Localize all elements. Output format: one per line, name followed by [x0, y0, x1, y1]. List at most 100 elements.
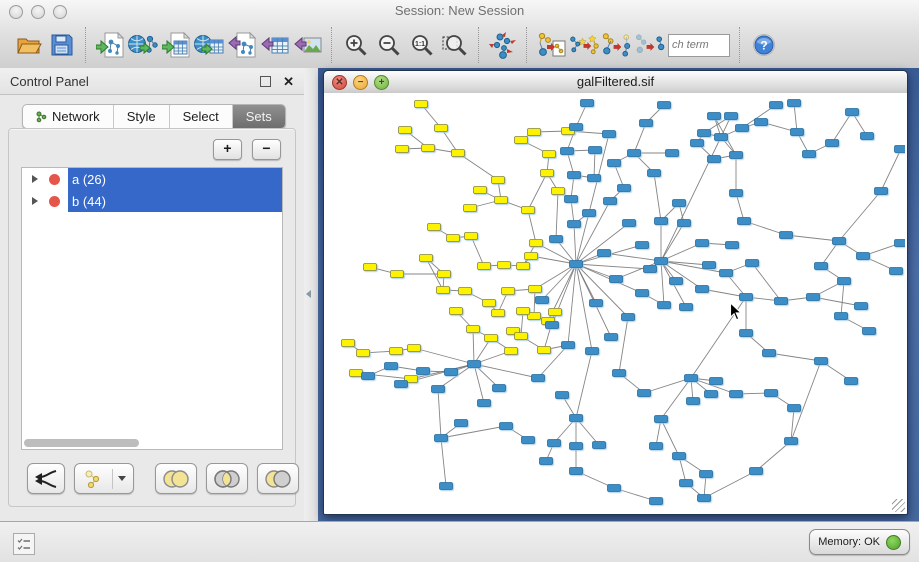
- graph-node-selected[interactable]: [505, 348, 518, 355]
- graph-node[interactable]: [720, 270, 733, 277]
- memory-status-button[interactable]: Memory: OK: [809, 529, 910, 555]
- tab-select[interactable]: Select: [169, 105, 232, 128]
- graph-node[interactable]: [775, 298, 788, 305]
- graph-node[interactable]: [658, 102, 671, 109]
- graph-node[interactable]: [738, 218, 751, 225]
- graph-node[interactable]: [750, 468, 763, 475]
- graph-node[interactable]: [417, 368, 430, 375]
- graph-node-selected[interactable]: [492, 177, 505, 184]
- graph-node-selected[interactable]: [408, 345, 421, 352]
- graph-node[interactable]: [613, 370, 626, 377]
- graph-node[interactable]: [603, 131, 616, 138]
- intersect-sets-button[interactable]: [206, 463, 248, 494]
- graph-node[interactable]: [561, 148, 574, 155]
- graph-node[interactable]: [815, 263, 828, 270]
- graph-node[interactable]: [807, 294, 820, 301]
- graph-node-selected[interactable]: [342, 340, 355, 347]
- graph-node[interactable]: [845, 378, 858, 385]
- network-graph[interactable]: [324, 93, 905, 512]
- graph-node-selected[interactable]: [447, 235, 460, 242]
- graph-node[interactable]: [658, 302, 671, 309]
- graph-node[interactable]: [730, 152, 743, 159]
- graph-node-selected[interactable]: [541, 170, 554, 177]
- graph-node-selected[interactable]: [452, 150, 465, 157]
- graph-node[interactable]: [445, 369, 458, 376]
- graph-node-selected[interactable]: [495, 197, 508, 204]
- graph-node[interactable]: [740, 330, 753, 337]
- graph-node[interactable]: [598, 250, 611, 257]
- graph-node-selected[interactable]: [528, 129, 541, 136]
- network-from-selection-button[interactable]: [534, 26, 567, 64]
- graph-node-selected[interactable]: [522, 207, 535, 214]
- create-set-from-selection-button[interactable]: [74, 463, 134, 494]
- graph-node[interactable]: [863, 328, 876, 335]
- zoom-actual-button[interactable]: 1:1: [405, 26, 438, 64]
- network-window-titlebar[interactable]: ✕ − + galFiltered.sif: [324, 71, 907, 94]
- graph-node-selected[interactable]: [474, 187, 487, 194]
- graph-node[interactable]: [500, 423, 513, 430]
- graph-node[interactable]: [588, 175, 601, 182]
- graph-node[interactable]: [640, 120, 653, 127]
- graph-node[interactable]: [550, 236, 563, 243]
- graph-node[interactable]: [568, 221, 581, 228]
- export-table-button[interactable]: [258, 26, 291, 64]
- tab-style[interactable]: Style: [113, 105, 169, 128]
- graph-node[interactable]: [636, 242, 649, 249]
- graph-node[interactable]: [385, 363, 398, 370]
- graph-node[interactable]: [791, 129, 804, 136]
- graph-node[interactable]: [815, 358, 828, 365]
- graph-node[interactable]: [835, 313, 848, 320]
- graph-node[interactable]: [570, 261, 583, 268]
- graph-node[interactable]: [570, 443, 583, 450]
- graph-node[interactable]: [608, 485, 621, 492]
- graph-node[interactable]: [700, 471, 713, 478]
- graph-node-selected[interactable]: [364, 264, 377, 271]
- add-set-button[interactable]: +: [213, 139, 242, 160]
- tab-sets[interactable]: Sets: [232, 105, 285, 128]
- graph-node[interactable]: [746, 260, 759, 267]
- expand-arrow-icon[interactable]: [32, 175, 38, 183]
- graph-node[interactable]: [478, 400, 491, 407]
- graph-node-selected[interactable]: [428, 224, 441, 231]
- graph-node[interactable]: [570, 415, 583, 422]
- network-window[interactable]: ✕ − + galFiltered.sif: [323, 70, 908, 515]
- expand-arrow-icon[interactable]: [32, 197, 38, 205]
- graph-node[interactable]: [725, 113, 738, 120]
- graph-node-selected[interactable]: [438, 271, 451, 278]
- zoom-out-button[interactable]: [372, 26, 405, 64]
- graph-node[interactable]: [548, 440, 561, 447]
- expand-network-button[interactable]: [600, 26, 633, 64]
- help-button[interactable]: ?: [747, 26, 780, 64]
- remove-set-button[interactable]: −: [252, 139, 281, 160]
- graph-node[interactable]: [703, 262, 716, 269]
- graph-node[interactable]: [440, 483, 453, 490]
- graph-node[interactable]: [788, 405, 801, 412]
- graph-node-selected[interactable]: [529, 286, 542, 293]
- apply-layout-button[interactable]: [486, 26, 519, 64]
- import-table-url-button[interactable]: [192, 26, 225, 64]
- graph-node[interactable]: [673, 453, 686, 460]
- graph-node-selected[interactable]: [437, 287, 450, 294]
- graph-node[interactable]: [636, 290, 649, 297]
- set-row[interactable]: b (44): [22, 190, 282, 212]
- graph-node[interactable]: [670, 278, 683, 285]
- export-network-button[interactable]: [225, 26, 258, 64]
- graph-node[interactable]: [455, 420, 468, 427]
- graph-node[interactable]: [846, 109, 859, 116]
- graph-node-selected[interactable]: [515, 333, 528, 340]
- graph-node[interactable]: [763, 350, 776, 357]
- tab-network[interactable]: Network: [23, 105, 113, 128]
- graph-node[interactable]: [655, 258, 668, 265]
- graph-node[interactable]: [650, 443, 663, 450]
- graph-node[interactable]: [650, 498, 663, 505]
- graph-node[interactable]: [780, 232, 793, 239]
- graph-node[interactable]: [875, 188, 888, 195]
- graph-node[interactable]: [730, 391, 743, 398]
- open-session-button[interactable]: [12, 26, 45, 64]
- graph-node[interactable]: [540, 458, 553, 465]
- graph-node[interactable]: [618, 185, 631, 192]
- horizontal-scrollbar[interactable]: [24, 439, 139, 447]
- graph-node[interactable]: [562, 342, 575, 349]
- graph-node-selected[interactable]: [502, 288, 515, 295]
- graph-node[interactable]: [803, 151, 816, 158]
